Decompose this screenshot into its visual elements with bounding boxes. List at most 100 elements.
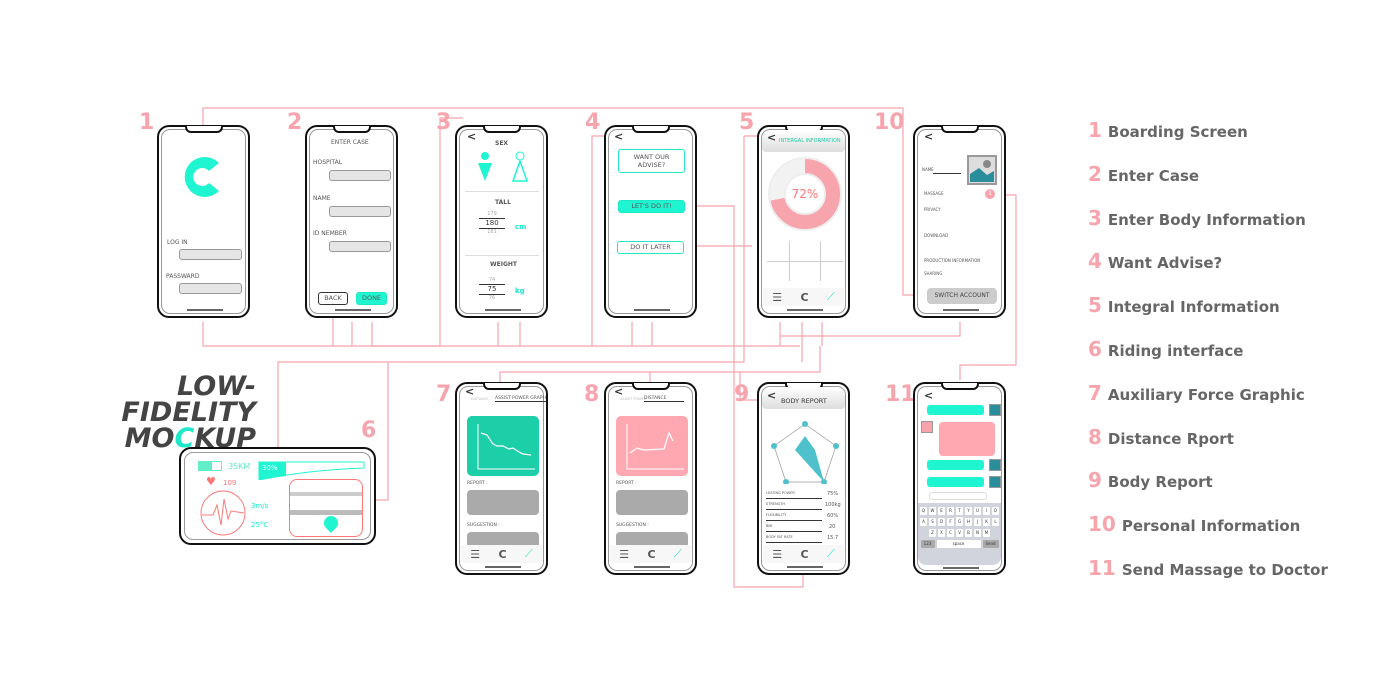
legend-item: 1 Boarding Screen — [1088, 118, 1248, 142]
screen-assist-power-graph: < DISTANCE ASSIST POWER GRAPH REPORT : S… — [455, 382, 548, 575]
home-c-icon[interactable]: C — [801, 291, 809, 304]
chart-icon[interactable]: ⟋ — [525, 547, 533, 561]
hospital-input[interactable] — [329, 170, 391, 181]
name-input[interactable] — [329, 206, 391, 217]
tab-distance[interactable]: DISTANCE — [644, 396, 685, 402]
keyboard-key[interactable]: S — [929, 518, 936, 526]
keyboard-key[interactable]: N — [974, 529, 981, 537]
password-input[interactable] — [179, 283, 242, 294]
tab-assist-power-graph[interactable]: ASSIST POWER GRAPH — [495, 396, 546, 402]
keyboard-key[interactable]: U — [974, 507, 981, 515]
weight-picker[interactable]: 74 75 76 — [479, 277, 505, 302]
heart-icon: ♥ — [206, 475, 216, 488]
keyboard-key[interactable]: O — [992, 507, 999, 515]
map-view[interactable] — [289, 479, 363, 537]
hospital-label: HOSPITAL — [313, 159, 343, 166]
home-c-icon[interactable]: C — [801, 548, 809, 561]
keyboard-key[interactable]: C — [947, 529, 954, 537]
menu-download[interactable]: DOWNLOAD — [924, 233, 948, 238]
chart-icon[interactable]: ⟋ — [674, 547, 682, 561]
keyboard-key[interactable]: R — [947, 507, 954, 515]
back-icon[interactable]: < — [924, 389, 933, 402]
keyboard-key[interactable]: E — [938, 507, 945, 515]
home-c-icon[interactable]: C — [499, 548, 507, 561]
key-space[interactable]: space — [936, 540, 981, 548]
user-avatar-icon — [989, 459, 1001, 471]
keyboard-key[interactable]: G — [956, 518, 963, 526]
menu-icon[interactable]: ☰ — [772, 548, 782, 561]
progress-ring: 72% — [768, 157, 842, 231]
avatar-image-icon[interactable] — [967, 155, 997, 185]
keyboard-key[interactable]: D — [938, 518, 945, 526]
title-line1: LOW-FIDELITY — [121, 371, 256, 428]
distance-value: 35KM — [228, 462, 251, 471]
login-input[interactable] — [179, 249, 242, 260]
keyboard-key[interactable]: F — [947, 518, 954, 526]
login-label: LOG IN — [167, 239, 188, 246]
keyboard-key[interactable]: J — [974, 518, 981, 526]
menu-icon[interactable]: ☰ — [470, 548, 480, 561]
tab-assist-power[interactable]: ASSIST POWER — [620, 397, 646, 401]
keyboard-key[interactable]: M — [983, 529, 990, 537]
gender-icons[interactable] — [477, 151, 537, 187]
progress-percent: 72% — [784, 173, 826, 215]
menu-icon[interactable]: ☰ — [619, 548, 629, 561]
screen-distance-report: < ASSIST POWER DISTANCE REPORT : SUGGEST… — [604, 382, 697, 575]
id-number-input[interactable] — [329, 241, 391, 252]
cm-unit: cm — [515, 223, 527, 231]
back-icon[interactable]: < — [767, 389, 776, 402]
name-label: NAME — [922, 167, 934, 172]
done-button[interactable]: DONE — [356, 292, 387, 305]
keyboard[interactable]: QWERTYUIOPASDFGHJKLZXCVBNM 123spaceSend — [918, 503, 1001, 565]
keyboard-key[interactable]: Y — [965, 507, 972, 515]
message-input[interactable] — [929, 492, 987, 500]
chart-icon[interactable]: ⟋ — [827, 290, 835, 304]
keyboard-key[interactable]: I — [983, 507, 990, 515]
keyboard-key[interactable]: L — [992, 518, 999, 526]
height-picker[interactable]: 179 180 181 — [479, 211, 505, 236]
keyboard-key[interactable]: K — [983, 518, 990, 526]
screen-integral-info: < INTERGAL INFORMATION 72% ☰ C ⟋ — [757, 125, 850, 318]
id-number-label: ID NEMBER — [313, 230, 347, 237]
metric-row: STRENGTH 100kg — [766, 499, 841, 510]
menu-privacy[interactable]: PRIVACY — [924, 207, 941, 212]
step-number-5: 5 — [739, 110, 755, 135]
keyboard-key[interactable]: T — [956, 507, 963, 515]
report-label: REPORT : — [616, 481, 637, 486]
back-icon[interactable]: < — [924, 130, 933, 143]
back-icon[interactable]: < — [614, 130, 623, 143]
kg-unit: kg — [515, 287, 525, 295]
switch-account-button[interactable]: SWITCH ACCOUNT — [927, 288, 997, 304]
received-message-bubble — [939, 422, 995, 456]
keyboard-key[interactable]: Z — [929, 529, 936, 537]
menu-massage[interactable]: MASSAGE — [924, 191, 944, 196]
enter-case-title: ENTER CASE — [331, 139, 369, 146]
keyboard-key[interactable]: A — [920, 518, 927, 526]
menu-icon[interactable]: ☰ — [772, 291, 782, 304]
menu-production-info[interactable]: PRODUCTION INFORMATION — [924, 258, 980, 263]
screen-body-info: < SEX TALL 179 180 181 cm WEIGHT 74 75 76 kg — [455, 125, 548, 318]
keyboard-key[interactable]: V — [956, 529, 963, 537]
key-123[interactable]: 123 — [920, 540, 935, 548]
legend-item: 8 Distance Rport — [1088, 424, 1234, 449]
keyboard-key[interactable]: H — [965, 518, 972, 526]
lets-do-it-button[interactable]: LET'S DO IT! — [618, 200, 685, 213]
home-c-icon[interactable]: C — [648, 548, 656, 561]
screen-want-advise: < WANT OUR ADVISE? LET'S DO IT! DO IT LA… — [604, 125, 697, 318]
menu-sharing[interactable]: SHARING — [924, 271, 942, 276]
back-icon[interactable]: < — [767, 131, 776, 144]
back-icon[interactable]: < — [467, 130, 476, 143]
step-number-3: 3 — [436, 110, 452, 135]
tab-distance[interactable]: DISTANCE — [471, 397, 488, 401]
doctor-avatar-icon — [921, 421, 933, 433]
legend-item: 2 Enter Case — [1088, 161, 1200, 186]
key-send[interactable]: Send — [982, 540, 999, 548]
back-button[interactable]: BACK — [318, 292, 348, 305]
keyboard-key[interactable]: X — [938, 529, 945, 537]
chart-icon[interactable]: ⟋ — [827, 547, 835, 561]
do-it-later-button[interactable]: DO IT LATER — [617, 241, 684, 254]
keyboard-key[interactable]: Q — [920, 507, 927, 515]
keyboard-key[interactable]: W — [929, 507, 936, 515]
user-avatar-icon — [989, 404, 1001, 416]
keyboard-key[interactable]: B — [965, 529, 972, 537]
